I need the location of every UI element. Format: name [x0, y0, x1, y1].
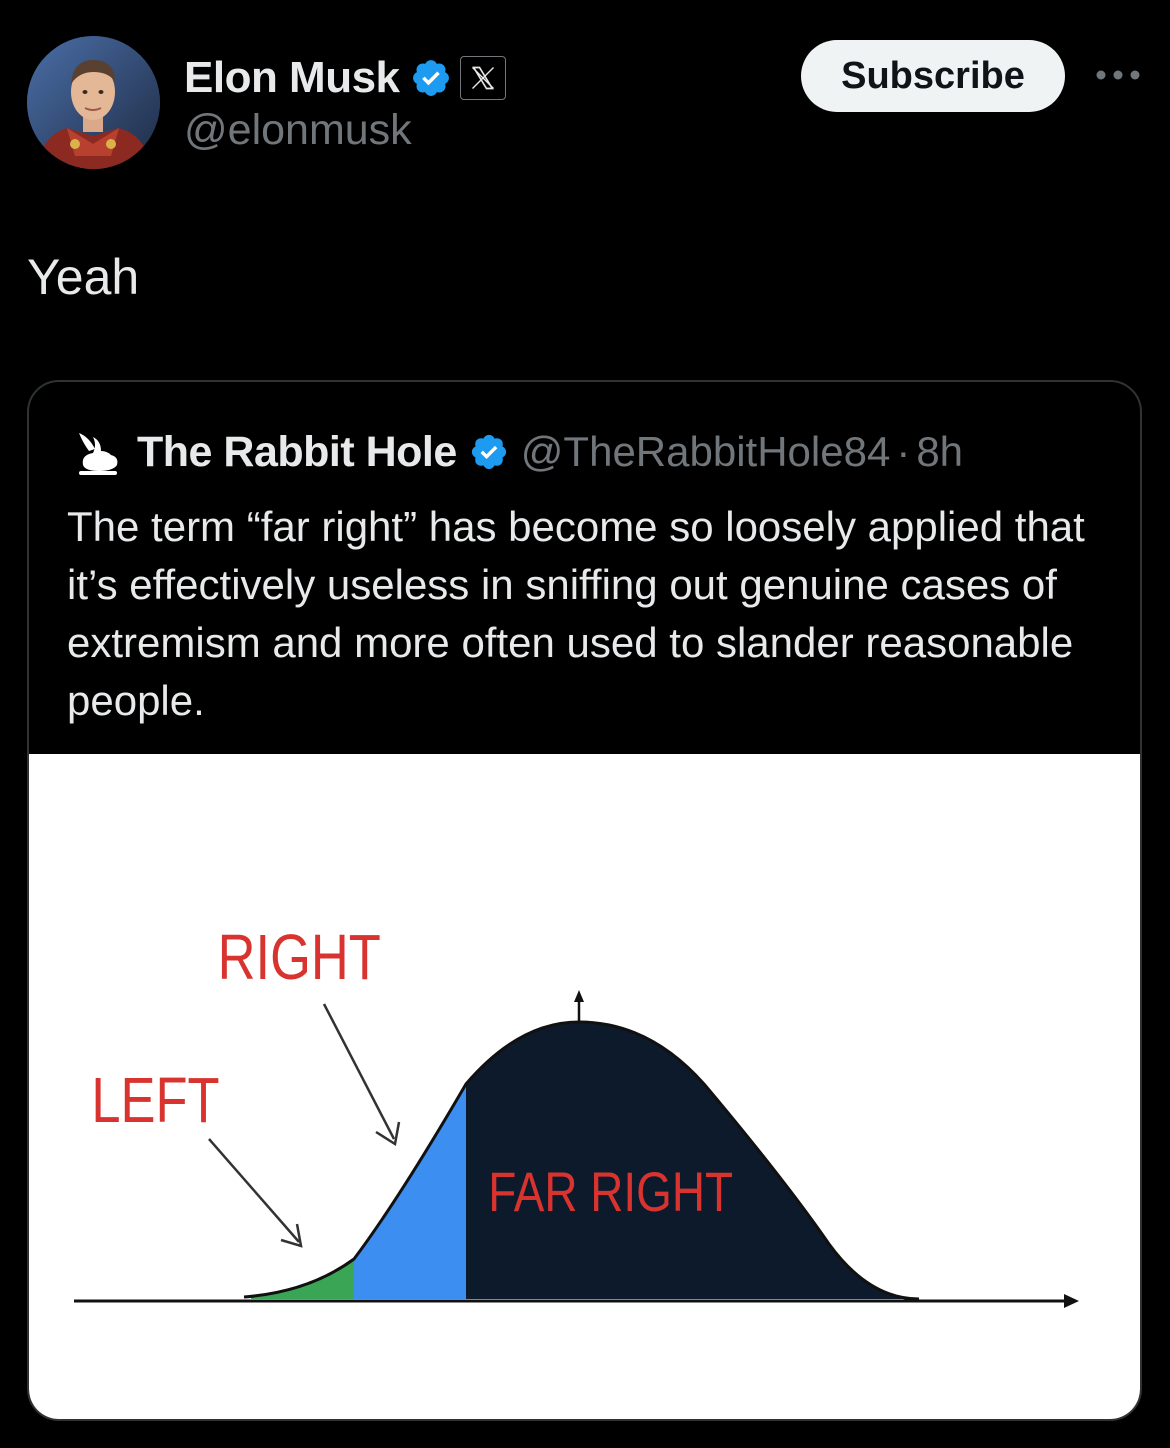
- quoted-tweet-header: The Rabbit Hole @TheRabbitHole84 · 8h: [73, 422, 963, 482]
- quoted-author-handle[interactable]: @TheRabbitHole84: [521, 428, 891, 476]
- x-logo-glyph: [471, 66, 494, 90]
- more-dots: [1096, 70, 1140, 80]
- quoted-tweet-text: The term “far right” has become so loose…: [67, 503, 1085, 724]
- quoted-author-name[interactable]: The Rabbit Hole: [137, 428, 457, 477]
- tweet-text: Yeah: [27, 249, 140, 305]
- author-avatar[interactable]: [27, 36, 160, 169]
- author-name[interactable]: Elon Musk: [184, 53, 400, 103]
- bell-curve-meme: LEFT RIGHT FAR RIGHT: [74, 922, 1079, 1308]
- meta-separator: ·: [896, 428, 911, 475]
- left-label: LEFT: [91, 1065, 219, 1136]
- tweet-header: Elon Musk @elonmusk Subscribe: [0, 0, 1170, 200]
- more-options-icon[interactable]: [1088, 55, 1148, 95]
- left-arrow: [208, 1138, 300, 1243]
- right-arrow: [322, 1003, 396, 1140]
- avatar-image: [27, 36, 160, 169]
- author-handle[interactable]: @elonmusk: [184, 106, 412, 155]
- peak-arrowhead: [574, 990, 584, 1002]
- verified-badge-icon[interactable]: [410, 57, 452, 99]
- x-logo-icon[interactable]: [459, 56, 506, 100]
- quoted-timestamp[interactable]: 8h: [916, 428, 963, 476]
- x-axis-arrowhead: [1064, 1294, 1079, 1308]
- author-name-row: Elon Musk: [184, 50, 506, 106]
- quoted-tweet-card[interactable]: The Rabbit Hole @TheRabbitHole84 · 8h Th…: [27, 380, 1142, 1421]
- far-right-label: FAR RIGHT: [488, 1161, 733, 1223]
- quoted-tweet-image[interactable]: LEFT RIGHT FAR RIGHT: [29, 754, 1140, 1419]
- rabbit-icon[interactable]: [73, 427, 123, 477]
- right-label: RIGHT: [218, 922, 381, 993]
- subscribe-button[interactable]: Subscribe: [801, 40, 1065, 112]
- verified-badge-icon[interactable]: [469, 432, 509, 472]
- right-region: [354, 1084, 466, 1299]
